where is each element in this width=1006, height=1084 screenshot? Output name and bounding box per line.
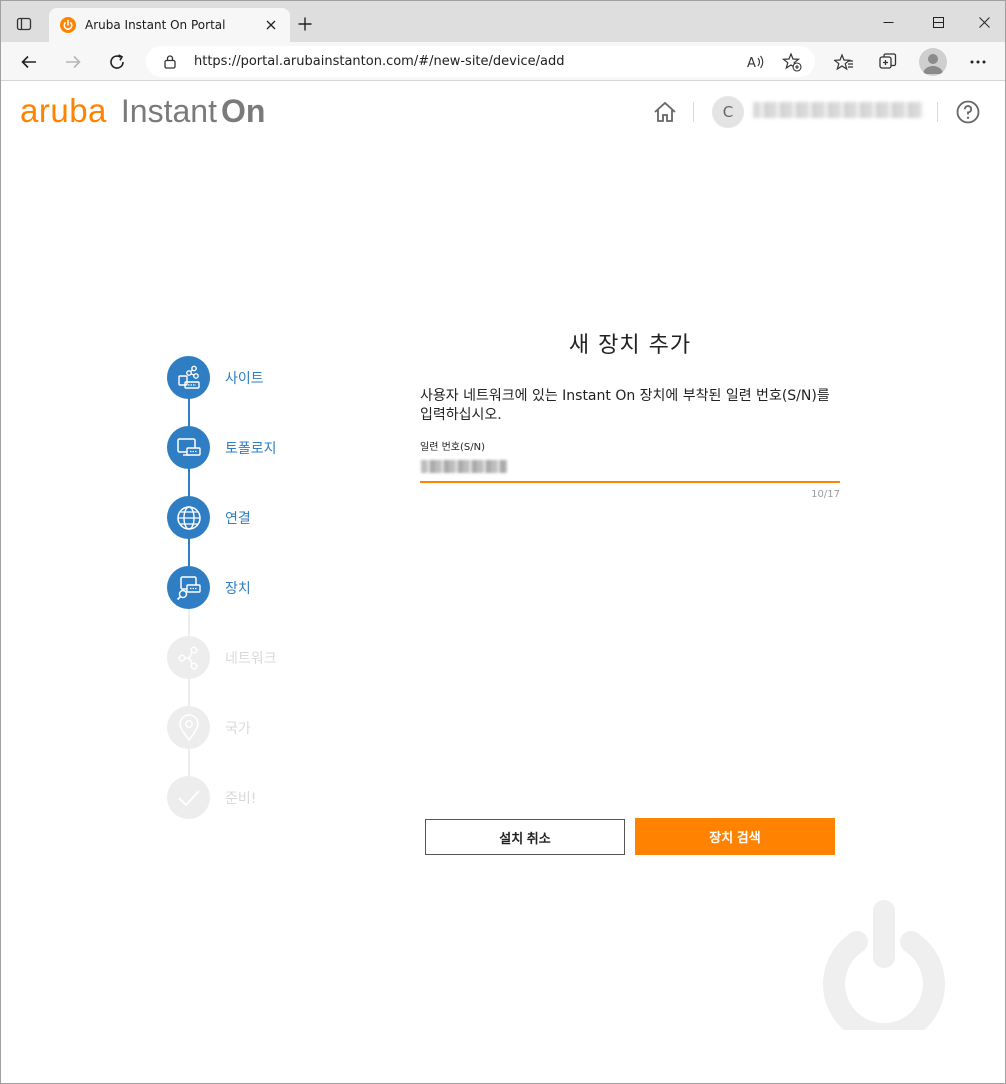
- home-icon[interactable]: [652, 99, 678, 125]
- site-icon: [167, 356, 210, 399]
- step-topology[interactable]: 토폴로지: [167, 426, 347, 470]
- user-avatar[interactable]: C: [712, 96, 744, 128]
- stepper-line-done: [188, 398, 190, 566]
- tab-title: Aruba Instant On Portal: [85, 18, 226, 32]
- serial-number-value-redacted: [421, 460, 507, 473]
- page-content: aruba Instant On C 사이트 토폴로지 연결 장치 네트워크 국…: [1, 82, 1005, 1083]
- step-label: 연결: [225, 511, 251, 527]
- step-label: 네트워크: [225, 651, 277, 667]
- brand-instant: Instant: [120, 93, 217, 129]
- page-title: 새 장치 추가: [568, 333, 692, 358]
- step-label: 사이트: [225, 371, 264, 387]
- minimize-icon[interactable]: [865, 7, 911, 37]
- setup-stepper: 사이트 토폴로지 연결 장치 네트워크 국가 준비!: [167, 356, 347, 826]
- step-network: 네트워크: [167, 636, 347, 680]
- forward-icon[interactable]: [58, 47, 88, 77]
- read-aloud-icon[interactable]: A: [746, 52, 766, 72]
- close-window-icon[interactable]: [961, 7, 1005, 37]
- location-pin-icon: [167, 706, 210, 749]
- checkmark-icon: [167, 776, 210, 819]
- url-text[interactable]: https://portal.arubainstanton.com/#/new-…: [194, 54, 564, 69]
- header-divider: [693, 102, 694, 122]
- refresh-icon[interactable]: [102, 47, 132, 77]
- tab-actions-icon[interactable]: [9, 9, 39, 39]
- help-icon[interactable]: [955, 99, 981, 125]
- step-site[interactable]: 사이트: [167, 356, 347, 400]
- collections-icon[interactable]: [873, 47, 903, 77]
- form-description: 사용자 네트워크에 있는 Instant On 장치에 부착된 일련 번호(S/…: [420, 388, 830, 423]
- lock-icon[interactable]: [163, 54, 177, 73]
- step-connection[interactable]: 연결: [167, 496, 347, 540]
- new-tab-icon[interactable]: [294, 13, 316, 35]
- step-country: 국가: [167, 706, 347, 750]
- add-favorite-icon[interactable]: [782, 52, 802, 72]
- address-bar[interactable]: https://portal.arubainstanton.com/#/new-…: [146, 46, 815, 77]
- brand-aruba: aruba: [20, 92, 107, 129]
- tab-bar: Aruba Instant On Portal: [1, 1, 1005, 42]
- step-ready: 준비!: [167, 776, 347, 820]
- serial-number-counter: 10/17: [811, 489, 840, 500]
- step-label: 국가: [225, 721, 251, 737]
- step-device[interactable]: 장치: [167, 566, 347, 610]
- search-device-button[interactable]: 장치 검색: [635, 818, 835, 855]
- aruba-instant-on-logo[interactable]: aruba Instant On: [20, 92, 265, 129]
- browser-tab[interactable]: Aruba Instant On Portal: [49, 8, 290, 42]
- more-options-icon[interactable]: [963, 47, 993, 77]
- browser-toolbar: https://portal.arubainstanton.com/#/new-…: [1, 42, 1005, 81]
- step-label: 토폴로지: [225, 441, 277, 457]
- device-search-icon: [167, 566, 210, 609]
- step-label: 장치: [225, 581, 251, 597]
- back-icon[interactable]: [14, 47, 44, 77]
- globe-icon: [167, 496, 210, 539]
- topology-icon: [167, 426, 210, 469]
- profile-avatar-icon[interactable]: [919, 48, 947, 76]
- favorites-icon[interactable]: [829, 47, 859, 77]
- cancel-setup-button[interactable]: 설치 취소: [425, 819, 625, 855]
- brand-on: On: [220, 93, 266, 129]
- network-icon: [167, 636, 210, 679]
- header-divider: [937, 102, 938, 122]
- user-email-redacted[interactable]: [753, 102, 923, 118]
- serial-number-label: 일련 번호(S/N): [420, 442, 485, 453]
- stepper-line-pending: [188, 608, 190, 784]
- aruba-favicon-icon: [60, 17, 76, 33]
- power-watermark-icon: [819, 900, 949, 1046]
- step-label: 준비!: [225, 791, 257, 807]
- browser-window: Aruba Instant On Portal https://portal.a…: [0, 0, 1006, 1084]
- tab-close-icon[interactable]: [262, 16, 280, 34]
- maximize-icon[interactable]: [915, 7, 961, 37]
- svg-text:A: A: [747, 56, 756, 70]
